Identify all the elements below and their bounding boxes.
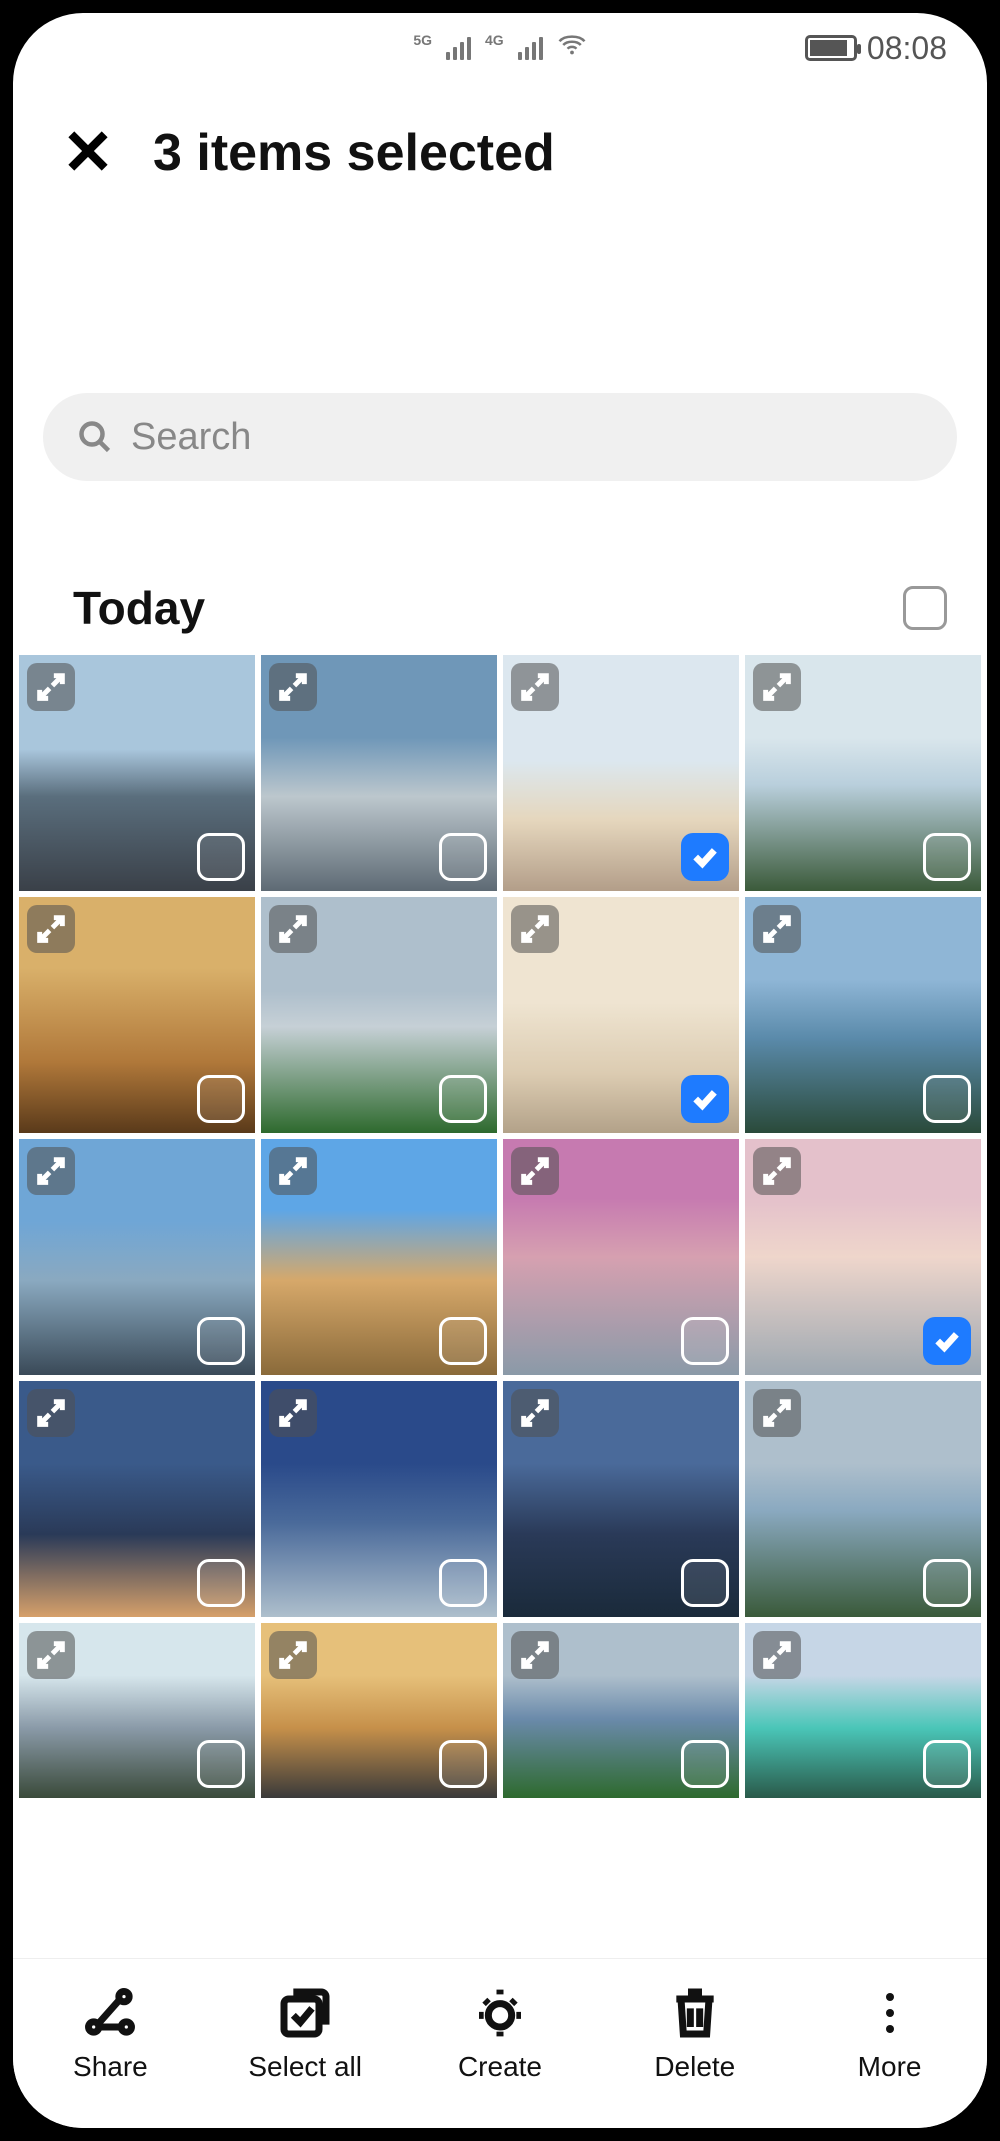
expand-icon[interactable] xyxy=(269,663,317,711)
photo-checkbox[interactable] xyxy=(197,1559,245,1607)
photo-thumbnail[interactable] xyxy=(745,1381,981,1617)
photo-checkbox[interactable] xyxy=(681,1075,729,1123)
photo-thumbnail[interactable] xyxy=(19,1623,255,1798)
expand-icon[interactable] xyxy=(753,663,801,711)
expand-icon[interactable] xyxy=(753,1389,801,1437)
photo-thumbnail[interactable] xyxy=(503,1381,739,1617)
photo-checkbox[interactable] xyxy=(681,833,729,881)
expand-icon[interactable] xyxy=(269,905,317,953)
photo-checkbox[interactable] xyxy=(439,833,487,881)
status-center: 5G 4G xyxy=(413,30,586,66)
more-button[interactable]: More xyxy=(815,1985,965,2083)
selection-title: 3 items selected xyxy=(153,123,555,183)
section-header: Today xyxy=(13,521,987,655)
photo-thumbnail[interactable] xyxy=(745,897,981,1133)
signal-bars-icon xyxy=(446,37,471,60)
signal-bars-icon xyxy=(518,37,543,60)
network-label-2: 4G xyxy=(485,32,504,48)
photo-checkbox[interactable] xyxy=(923,833,971,881)
delete-button[interactable]: Delete xyxy=(620,1985,770,2083)
select-all-label: Select all xyxy=(248,2051,362,2083)
photo-thumbnail[interactable] xyxy=(261,1623,497,1798)
expand-icon[interactable] xyxy=(269,1389,317,1437)
photo-checkbox[interactable] xyxy=(923,1740,971,1788)
create-icon xyxy=(472,1985,528,2041)
selection-header: 3 items selected xyxy=(13,83,987,193)
photo-checkbox[interactable] xyxy=(681,1559,729,1607)
photo-checkbox[interactable] xyxy=(197,833,245,881)
expand-icon[interactable] xyxy=(269,1631,317,1679)
photo-thumbnail[interactable] xyxy=(745,1139,981,1375)
status-time: 08:08 xyxy=(867,30,947,67)
expand-icon[interactable] xyxy=(753,1631,801,1679)
expand-icon[interactable] xyxy=(511,1631,559,1679)
expand-icon[interactable] xyxy=(27,1631,75,1679)
expand-icon[interactable] xyxy=(511,1147,559,1195)
search-container: Search xyxy=(13,193,987,521)
close-icon[interactable] xyxy=(63,126,113,181)
photo-checkbox[interactable] xyxy=(197,1740,245,1788)
more-label: More xyxy=(858,2051,922,2083)
photo-checkbox[interactable] xyxy=(439,1317,487,1365)
photo-thumbnail[interactable] xyxy=(19,655,255,891)
photo-checkbox[interactable] xyxy=(439,1740,487,1788)
select-all-icon xyxy=(277,1985,333,2041)
search-placeholder: Search xyxy=(131,416,251,459)
photo-checkbox[interactable] xyxy=(439,1559,487,1607)
share-label: Share xyxy=(73,2051,148,2083)
status-right: 08:08 xyxy=(805,13,947,83)
photo-thumbnail[interactable] xyxy=(503,1623,739,1798)
phone-frame: 5G 4G 08:08 3 items selected Search Toda… xyxy=(13,13,987,2128)
photo-thumbnail[interactable] xyxy=(503,897,739,1133)
expand-icon[interactable] xyxy=(27,905,75,953)
battery-icon xyxy=(805,35,857,61)
photo-thumbnail[interactable] xyxy=(261,1139,497,1375)
photo-checkbox[interactable] xyxy=(923,1559,971,1607)
expand-icon[interactable] xyxy=(511,663,559,711)
expand-icon[interactable] xyxy=(27,1389,75,1437)
expand-icon[interactable] xyxy=(511,1389,559,1437)
expand-icon[interactable] xyxy=(27,663,75,711)
photo-thumbnail[interactable] xyxy=(19,1139,255,1375)
more-icon xyxy=(886,1985,894,2041)
photo-thumbnail[interactable] xyxy=(19,897,255,1133)
search-input[interactable]: Search xyxy=(43,393,957,481)
photo-thumbnail[interactable] xyxy=(503,1139,739,1375)
expand-icon[interactable] xyxy=(753,1147,801,1195)
create-label: Create xyxy=(458,2051,542,2083)
photo-thumbnail[interactable] xyxy=(261,655,497,891)
network-label-1: 5G xyxy=(413,32,432,48)
photo-checkbox[interactable] xyxy=(923,1317,971,1365)
photo-checkbox[interactable] xyxy=(681,1740,729,1788)
photo-thumbnail[interactable] xyxy=(745,1623,981,1798)
section-title: Today xyxy=(73,581,205,635)
bottom-action-bar: Share Select all Create Delete More xyxy=(13,1958,987,2128)
create-button[interactable]: Create xyxy=(425,1985,575,2083)
status-bar: 5G 4G 08:08 xyxy=(13,13,987,83)
share-button[interactable]: Share xyxy=(35,1985,185,2083)
select-all-button[interactable]: Select all xyxy=(230,1985,380,2083)
photo-thumbnail[interactable] xyxy=(19,1381,255,1617)
photo-checkbox[interactable] xyxy=(197,1075,245,1123)
photo-checkbox[interactable] xyxy=(681,1317,729,1365)
photo-thumbnail[interactable] xyxy=(745,655,981,891)
photo-checkbox[interactable] xyxy=(439,1075,487,1123)
photo-thumbnail[interactable] xyxy=(261,897,497,1133)
expand-icon[interactable] xyxy=(511,905,559,953)
delete-icon xyxy=(667,1985,723,2041)
expand-icon[interactable] xyxy=(269,1147,317,1195)
expand-icon[interactable] xyxy=(753,905,801,953)
photo-thumbnail[interactable] xyxy=(261,1381,497,1617)
select-section-checkbox[interactable] xyxy=(903,586,947,630)
wifi-icon xyxy=(557,30,587,66)
share-icon xyxy=(82,1985,138,2041)
search-icon xyxy=(77,419,113,455)
delete-label: Delete xyxy=(654,2051,735,2083)
expand-icon[interactable] xyxy=(27,1147,75,1195)
photo-checkbox[interactable] xyxy=(923,1075,971,1123)
photo-checkbox[interactable] xyxy=(197,1317,245,1365)
photo-thumbnail[interactable] xyxy=(503,655,739,891)
photo-grid xyxy=(13,655,987,1798)
